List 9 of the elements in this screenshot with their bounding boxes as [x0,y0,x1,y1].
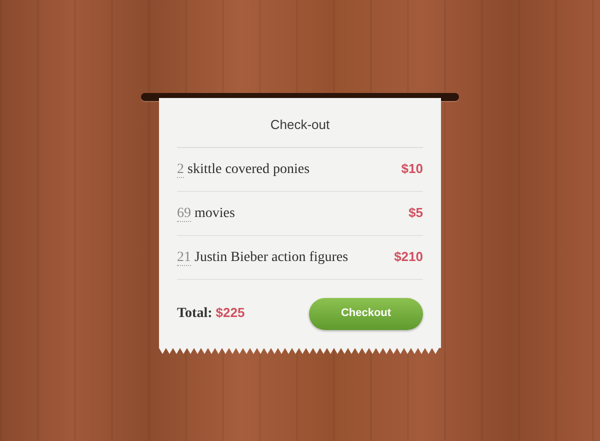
item-price: $5 [408,204,423,222]
item-price: $210 [394,248,423,266]
receipt-title: Check-out [177,98,423,148]
checkout-button[interactable]: Checkout [309,298,423,330]
item-price: $10 [401,160,423,178]
item-description: 2 skittle covered ponies [177,160,310,180]
total-text: Total: $225 [177,304,245,323]
item-description: 21 Justin Bieber action figures [177,248,348,268]
item-description: 69 movies [177,204,235,224]
